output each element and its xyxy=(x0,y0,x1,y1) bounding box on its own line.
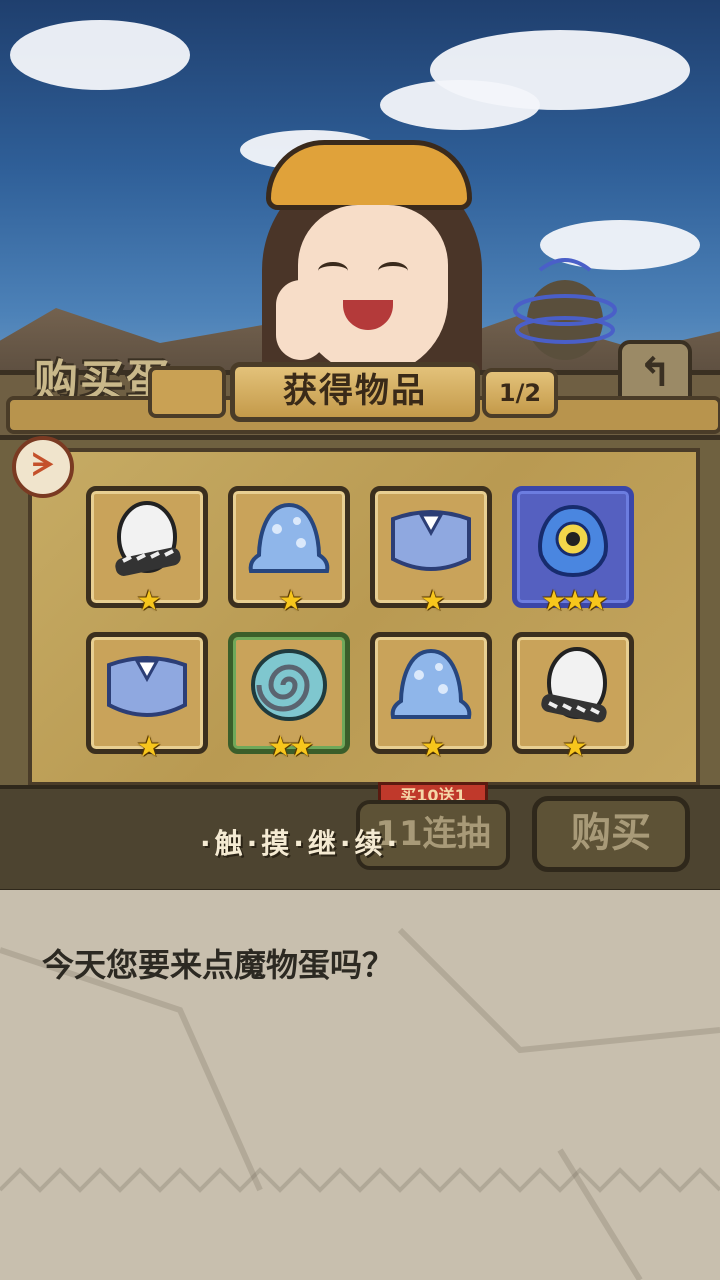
cloud xyxy=(380,80,540,130)
page-indicator: 1/2 xyxy=(482,368,558,418)
reward-slot[interactable]: ★ xyxy=(512,632,634,763)
return-arrow-icon: ↰ xyxy=(638,350,672,396)
reward-slot[interactable]: ★ xyxy=(228,486,350,617)
blue-slime-egg-icon xyxy=(248,502,330,573)
white-striped-egg-icon xyxy=(541,647,607,723)
shopkeeper-hand xyxy=(276,280,326,360)
dialog-text: 今天您要来点魔物蛋吗？ xyxy=(42,946,395,984)
buy-button[interactable]: 购买 xyxy=(532,796,690,872)
star-rating: ★ xyxy=(420,584,445,617)
blue-slime-egg-icon xyxy=(390,648,472,719)
blue-furry-egg-icon xyxy=(107,656,187,717)
star-rating: ★ xyxy=(562,730,587,763)
blue-furry-egg-icon xyxy=(391,510,471,571)
game-screen[interactable]: 购买蛋 ↰ 获得物品 1/2 ᗒ ★ ★ ★ ★★★ ★ ★★ ★ ★ 买10送… xyxy=(0,0,720,1280)
star-rating: ★ xyxy=(420,730,445,763)
star-rating: ★ xyxy=(278,584,303,617)
swirl-egg-decoration xyxy=(513,258,617,360)
shopkeeper-eye xyxy=(378,262,408,280)
shopkeeper-eye xyxy=(318,262,348,280)
reward-slot[interactable]: ★ xyxy=(86,632,208,763)
reward-slot[interactable]: ★★ xyxy=(228,632,350,763)
star-rating: ★ xyxy=(136,730,161,763)
star-rating: ★★★ xyxy=(541,584,608,617)
spiral-shell-egg-icon xyxy=(251,649,327,721)
star-rating: ★★ xyxy=(267,730,314,763)
cloud xyxy=(10,20,190,90)
panel-title: 获得物品 xyxy=(230,362,480,422)
blue-eyeball-egg-icon xyxy=(538,504,608,578)
zigzag-decoration xyxy=(0,1167,720,1193)
reward-slot[interactable]: ★ xyxy=(370,486,492,617)
star-rating: ★ xyxy=(136,584,161,617)
shopkeeper-headband xyxy=(266,140,472,210)
pet-emblem-icon: ᗒ xyxy=(12,436,74,498)
reward-slot[interactable]: ★★★ xyxy=(512,486,634,617)
touch-to-continue-prompt[interactable]: ·触·摸·继·续· xyxy=(200,824,520,864)
reward-slot[interactable]: ★ xyxy=(86,486,208,617)
tab-left-ornament xyxy=(148,366,226,418)
white-striped-egg-icon xyxy=(115,501,181,576)
reward-slot[interactable]: ★ xyxy=(370,632,492,763)
